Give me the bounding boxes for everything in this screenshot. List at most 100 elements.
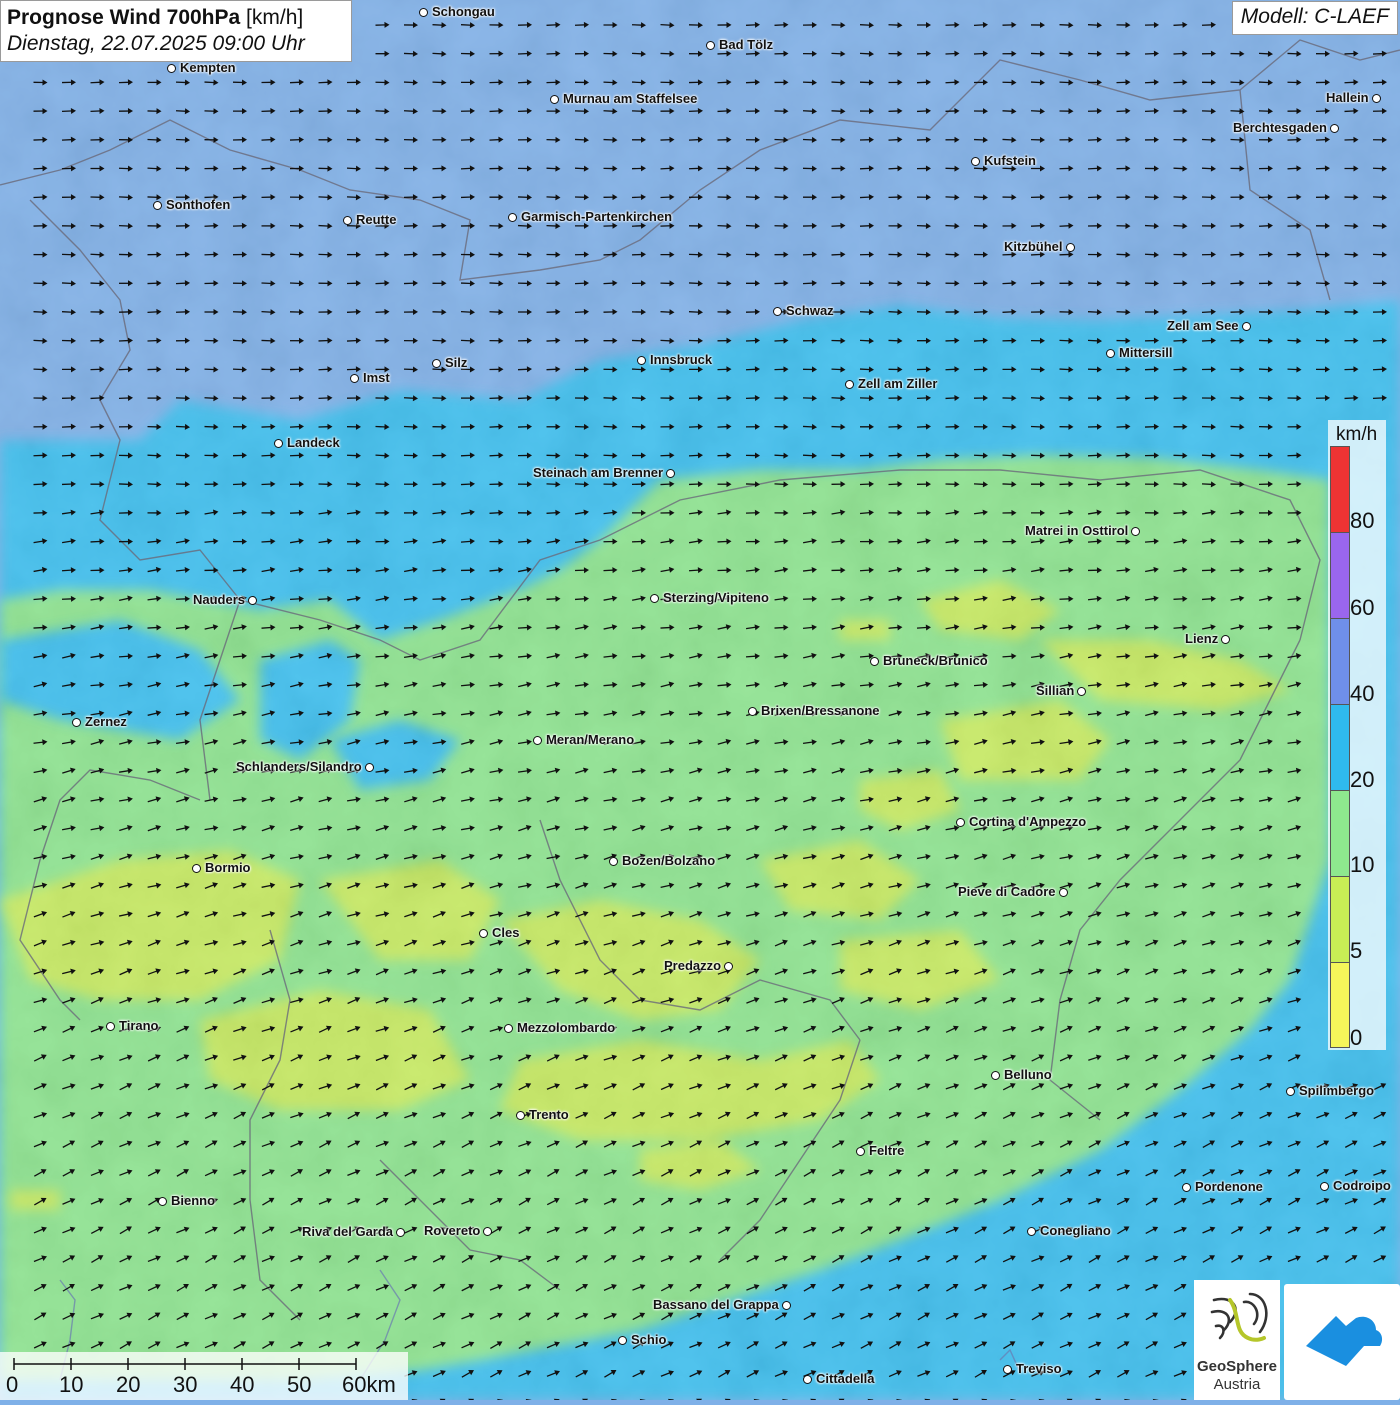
scale-label: 20: [116, 1372, 140, 1398]
city-label: Pieve di Cadore: [958, 884, 1056, 899]
legend-label: 80: [1350, 508, 1374, 534]
city-label: Riva del Garda: [302, 1224, 393, 1239]
city-marker: [504, 1024, 513, 1033]
city-label: Schlanders/Silandro: [236, 759, 362, 774]
city-marker: [432, 359, 441, 368]
legend-swatch: [1330, 876, 1350, 962]
city-label: Kufstein: [984, 153, 1036, 168]
cloud-arrow-icon: [1284, 1284, 1400, 1400]
city-label: Trento: [529, 1107, 569, 1122]
legend-swatch: [1330, 704, 1350, 790]
legend-label: 5: [1350, 938, 1362, 964]
scale-label: 60km: [342, 1372, 396, 1398]
legend-label: 40: [1350, 681, 1374, 707]
city-label: Brixen/Bressanone: [761, 703, 880, 718]
city-label: Bienno: [171, 1193, 215, 1208]
city-marker: [1027, 1227, 1036, 1236]
city-marker: [274, 439, 283, 448]
city-label: Schio: [631, 1332, 666, 1347]
city-marker: [365, 763, 374, 772]
city-marker: [167, 64, 176, 73]
city-marker: [618, 1336, 627, 1345]
city-label: Sonthofen: [166, 197, 230, 212]
city-marker: [72, 718, 81, 727]
city-marker: [248, 596, 257, 605]
geosphere-logo: GeoSphere Austria: [1194, 1280, 1280, 1400]
city-marker: [1372, 94, 1381, 103]
city-label: Schwaz: [786, 303, 834, 318]
city-label: Matrei in Osttirol: [1025, 523, 1128, 538]
city-marker: [1131, 527, 1140, 536]
city-label: Bassano del Grappa: [653, 1297, 779, 1312]
city-label: Kempten: [180, 60, 236, 75]
city-marker: [1077, 687, 1086, 696]
city-label: Treviso: [1016, 1361, 1062, 1376]
city-label: Landeck: [287, 435, 340, 450]
city-marker: [1330, 124, 1339, 133]
city-marker: [1059, 888, 1068, 897]
geosphere-text: GeoSphere: [1194, 1358, 1280, 1375]
legend-swatch: [1330, 962, 1350, 1048]
city-label: Conegliano: [1040, 1223, 1111, 1238]
scale-label: 50: [287, 1372, 311, 1398]
city-label: Steinach am Brenner: [533, 465, 663, 480]
city-marker: [956, 818, 965, 827]
city-marker: [609, 857, 618, 866]
city-marker: [666, 469, 675, 478]
legend-label: 0: [1350, 1025, 1362, 1051]
city-marker: [991, 1071, 1000, 1080]
city-label: Feltre: [869, 1143, 904, 1158]
city-label: Belluno: [1004, 1067, 1052, 1082]
scale-label: 0: [6, 1372, 18, 1398]
map-title: Prognose Wind 700hPa [km/h]: [7, 5, 345, 31]
city-marker: [845, 380, 854, 389]
scale-label: 10: [59, 1372, 83, 1398]
city-label: Pordenone: [1195, 1179, 1263, 1194]
city-marker: [773, 307, 782, 316]
city-label: Bormio: [205, 860, 251, 875]
city-marker: [724, 962, 733, 971]
city-marker: [1242, 322, 1251, 331]
legend-label: 10: [1350, 852, 1374, 878]
city-label: Bruneck/Brunico: [883, 653, 988, 668]
legend-unit: km/h: [1336, 424, 1377, 446]
city-marker: [153, 201, 162, 210]
app-logo: [1284, 1284, 1400, 1400]
geosphere-subtext: Austria: [1194, 1376, 1280, 1393]
city-label: Codroipo: [1333, 1178, 1391, 1193]
city-label: Innsbruck: [650, 352, 712, 367]
city-marker: [1221, 635, 1230, 644]
city-marker: [192, 864, 201, 873]
city-marker: [782, 1301, 791, 1310]
city-label: Lienz: [1185, 631, 1218, 646]
city-marker: [1066, 243, 1075, 252]
city-marker: [516, 1111, 525, 1120]
city-marker: [158, 1197, 167, 1206]
legend-swatch: [1330, 446, 1350, 532]
city-marker: [803, 1375, 812, 1384]
city-label: Cortina d'Ampezzo: [969, 814, 1086, 829]
legend-swatch: [1330, 618, 1350, 704]
city-label: Murnau am Staffelsee: [563, 91, 697, 106]
city-marker: [550, 95, 559, 104]
city-marker: [396, 1228, 405, 1237]
city-label: Cittadella: [816, 1371, 875, 1386]
city-label: Schongau: [432, 4, 495, 19]
city-label: Zell am Ziller: [858, 376, 937, 391]
city-marker: [106, 1022, 115, 1031]
city-marker: [419, 8, 428, 17]
city-label: Silz: [445, 355, 467, 370]
city-marker: [1320, 1182, 1329, 1191]
city-label: Meran/Merano: [546, 732, 634, 747]
city-label: Bad Tölz: [719, 37, 773, 52]
scale-label: 30: [173, 1372, 197, 1398]
legend-swatch: [1330, 790, 1350, 876]
city-marker: [533, 736, 542, 745]
legend-label: 60: [1350, 595, 1374, 621]
city-label: Imst: [363, 370, 390, 385]
city-label: Rovereto: [424, 1223, 480, 1238]
city-marker: [483, 1227, 492, 1236]
city-marker: [350, 374, 359, 383]
city-label: Garmisch-Partenkirchen: [521, 209, 672, 224]
city-marker: [1003, 1365, 1012, 1374]
